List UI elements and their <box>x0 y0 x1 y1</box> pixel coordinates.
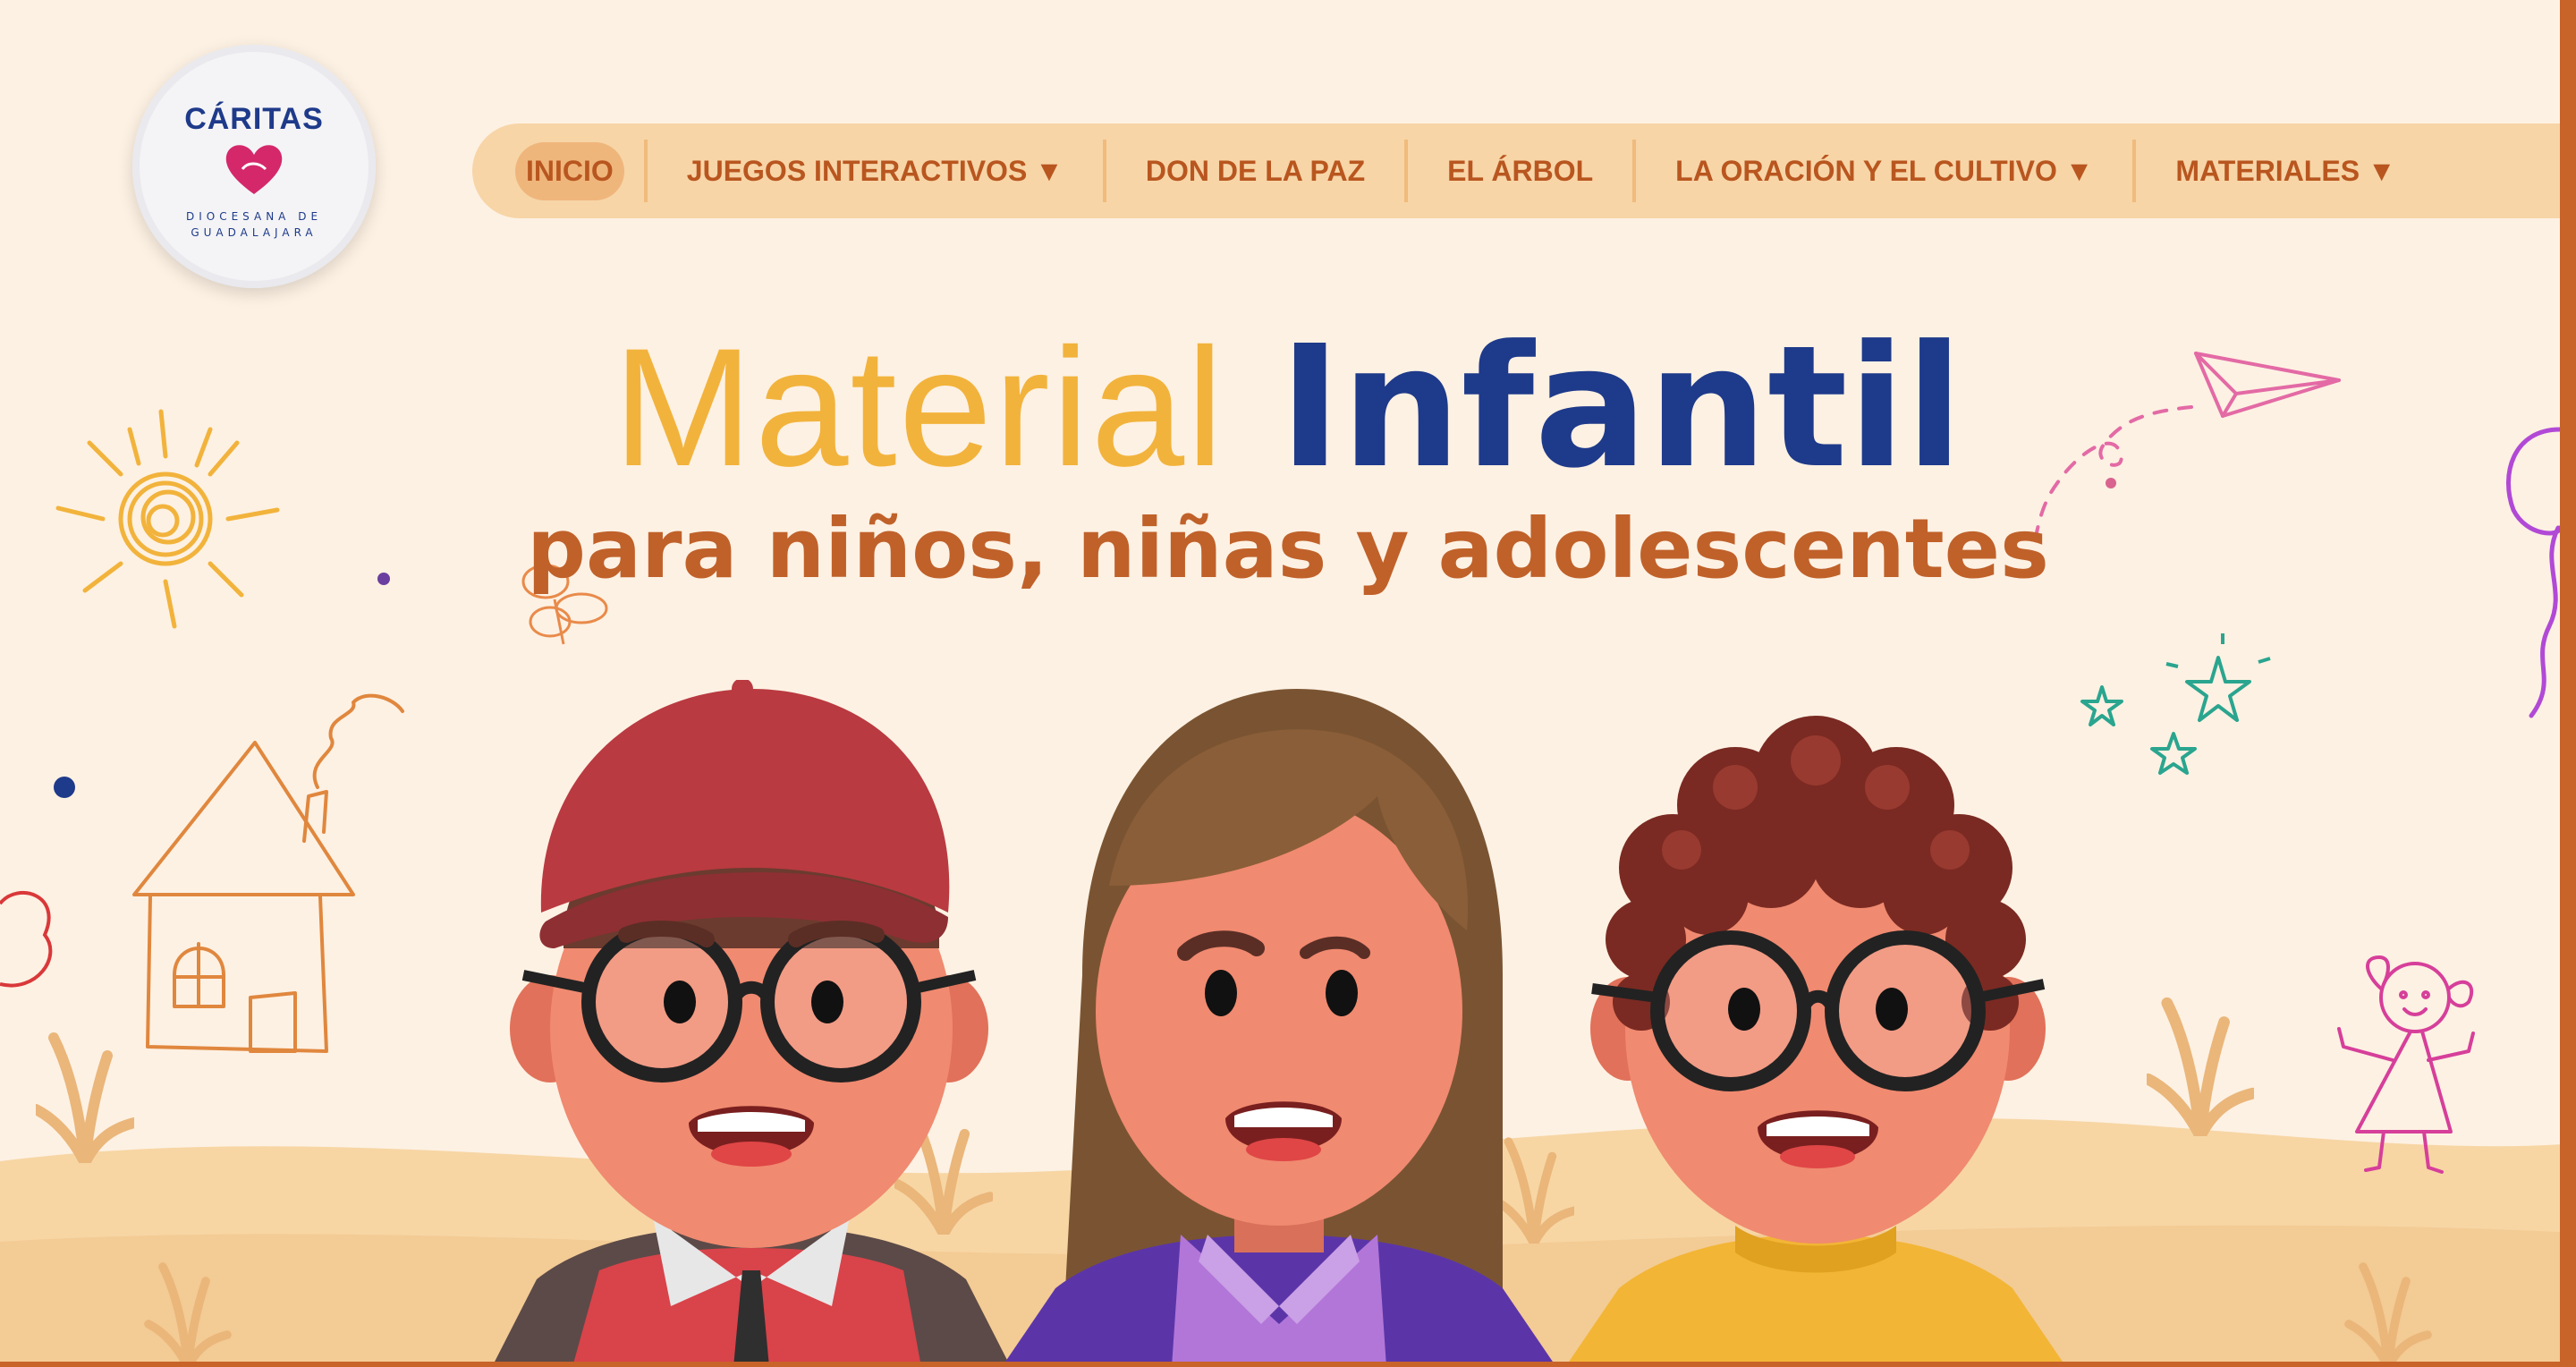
nav-divider <box>1404 140 1409 202</box>
girl-doodle-icon <box>2337 955 2475 1174</box>
caritas-logo[interactable]: CÁRITAS DIOCESANA DE GUADALAJARA <box>132 45 376 288</box>
nav-divider <box>1632 140 1637 202</box>
nav-item-inicio[interactable]: INICIO <box>515 141 624 200</box>
grass-icon <box>36 1032 134 1163</box>
nav-item-juegos-interactivos[interactable]: JUEGOS INTERACTIVOS ▼ <box>667 155 1083 188</box>
hero-title-light: Material <box>613 313 1225 501</box>
grass-icon <box>144 1262 232 1367</box>
nav-item-la-oracion-y-el-cultivo[interactable]: LA ORACIÓN Y EL CULTIVO ▼ <box>1656 155 2113 188</box>
hero-subtitle: para niños, niñas y adolescentes <box>527 501 2049 597</box>
logo-subtitle: DIOCESANA DE GUADALAJARA <box>185 209 323 239</box>
grass-icon <box>2344 1262 2432 1367</box>
heart-icon <box>0 890 53 988</box>
stars-icon <box>2080 633 2271 775</box>
boy-with-cap-character <box>492 680 1011 1367</box>
nav-divider <box>643 140 648 202</box>
main-nav: INICIO JUEGOS INTERACTIVOS ▼ DON DE LA P… <box>472 123 2576 218</box>
hero-title: Material Infantil <box>0 304 2576 511</box>
bottom-edge-bar <box>0 1362 2576 1367</box>
logo-title: CÁRITAS <box>184 101 324 136</box>
house-icon <box>132 693 404 1053</box>
hero-title-bold: Infantil <box>1278 310 1963 505</box>
nav-item-el-arbol[interactable]: EL ÁRBOL <box>1428 155 1613 188</box>
nav-divider <box>2132 140 2137 202</box>
heart-hands-icon <box>225 144 283 194</box>
curly-hair-boy-character <box>1565 716 2066 1367</box>
nav-item-don-de-la-paz[interactable]: DON DE LA PAZ <box>1126 155 1385 188</box>
nav-divider <box>1102 140 1106 202</box>
nav-item-materiales[interactable]: MATERIALES ▼ <box>2156 155 2415 188</box>
grass-icon <box>2147 997 2254 1136</box>
dot-decoration <box>54 777 75 798</box>
girl-character <box>1002 689 1556 1367</box>
page: Material Infantil para niños, niñas y ad… <box>0 0 2576 1367</box>
right-edge-bar <box>2560 0 2576 1367</box>
